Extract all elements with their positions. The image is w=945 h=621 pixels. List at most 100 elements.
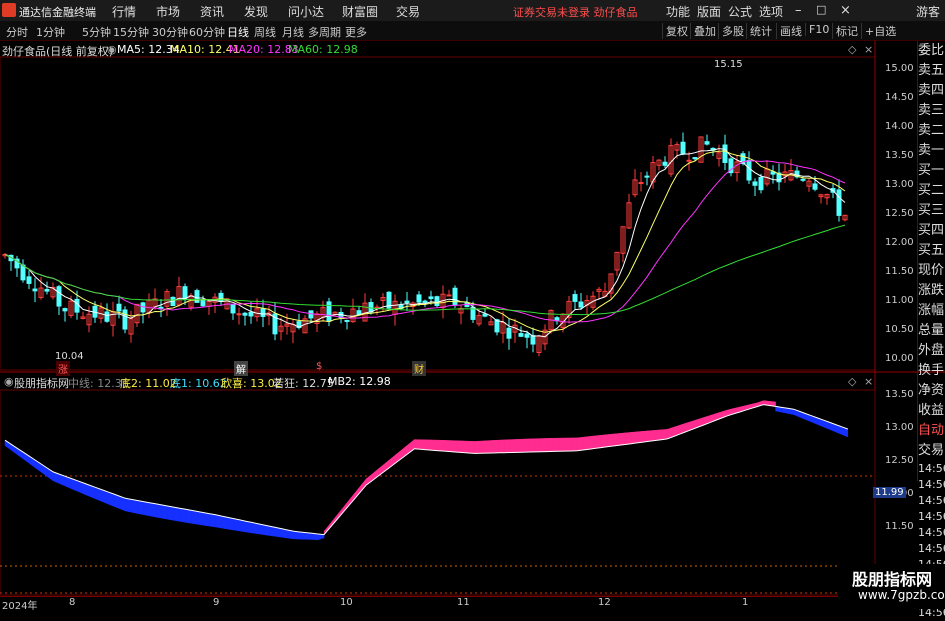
indicator-ribbon-segment: [137, 500, 144, 515]
candle-body: [452, 287, 458, 306]
indicator-mid-line: [4, 404, 848, 536]
kline-chart[interactable]: [0, 0, 945, 609]
indicator-axis-tick: 11.50: [885, 521, 914, 532]
candle-body: [746, 159, 752, 181]
indicator-ribbon-segment: [564, 437, 572, 452]
indicator-ribbon-segment: [576, 436, 584, 452]
indicator-ribbon-segment: [420, 439, 427, 451]
indicator-ribbon-segment: [426, 439, 433, 451]
candle-body: [800, 178, 806, 181]
panel-price: 现价: [918, 263, 945, 278]
indicator-collapse-icon[interactable]: ×: [864, 375, 873, 388]
candle-body: [572, 294, 578, 302]
high-price-label: 15.15: [714, 59, 743, 70]
indicator-ribbon-segment: [528, 438, 536, 453]
candle-body: [752, 181, 758, 186]
candle-body: [836, 189, 842, 216]
panel-volume: 总量: [918, 323, 945, 338]
indicator-ribbon-segment: [534, 438, 542, 453]
candle-body: [236, 313, 242, 316]
indicator-ribbon-segment: [215, 514, 222, 529]
panel-buy3: 买三: [918, 203, 945, 218]
panel-outer: 外盘: [918, 343, 945, 358]
candle-body: [122, 309, 128, 330]
indicator-ribbon-segment: [227, 517, 235, 531]
candle-body: [704, 141, 710, 145]
indicator-ribbon-segment: [444, 440, 451, 452]
indicator-ribbon-segment: [456, 440, 463, 453]
watermark: 股朋指标网 www.7gpzb.com: [838, 564, 945, 609]
indicator-ribbon-segment: [450, 440, 457, 453]
price-axis-tick: 13.00: [885, 179, 914, 190]
indicator-ribbon-segment: [299, 531, 307, 540]
candle-body: [230, 303, 236, 314]
settings-icon[interactable]: ◇: [848, 43, 856, 56]
candle-body: [104, 311, 110, 322]
candle-body: [812, 183, 818, 190]
indicator-ribbon-segment: [209, 513, 216, 528]
panel-buy4: 买四: [918, 223, 945, 238]
candle-body: [638, 182, 644, 185]
panel-buy2: 买二: [918, 183, 945, 198]
indicator-current-marker: 11.99: [873, 487, 906, 498]
indicator-ribbon-segment: [432, 439, 439, 451]
candle-body: [242, 312, 248, 316]
candle-body: [434, 296, 440, 307]
panel-net-assets: 净资: [918, 383, 945, 398]
indicator-ribbon-segment: [546, 437, 554, 452]
indicator-ribbon-segment: [414, 439, 421, 450]
candle-body: [662, 161, 668, 166]
candle-body: [428, 296, 434, 300]
indicator-ribbon-segment: [540, 438, 548, 452]
indicator-mb2: MB2: 12.98: [328, 375, 391, 388]
candle-body: [44, 288, 50, 292]
indicator-ribbon-segment: [480, 440, 487, 454]
collapse-icon[interactable]: ×: [864, 43, 873, 56]
price-axis-tick: 13.50: [885, 150, 914, 161]
candle-body: [644, 175, 650, 178]
candle-body: [404, 300, 410, 304]
indicator-ribbon-segment: [594, 434, 602, 449]
indicator-panel-border: [0, 389, 876, 596]
auto-button[interactable]: 自动: [918, 421, 945, 441]
date-oct: 10: [340, 597, 353, 608]
price-axis-tick: 11.50: [885, 266, 914, 277]
panel-buy5: 买五: [918, 243, 945, 258]
price-axis-tick: 14.00: [885, 121, 914, 132]
panel-weibi: 委比: [918, 43, 945, 58]
indicator-toggle-icon[interactable]: ◉: [4, 375, 14, 388]
indicator-settings-icon[interactable]: ◇: [848, 375, 856, 388]
candle-body: [260, 308, 266, 317]
indicator-ribbon-segment: [179, 507, 186, 523]
price-axis-tick: 12.50: [885, 208, 914, 219]
candle-body: [62, 308, 68, 312]
indicator-axis-tick: 13.00: [885, 422, 914, 433]
indicator-ribbon-segment: [516, 438, 523, 453]
watermark-title: 股朋指标网: [852, 570, 933, 589]
ma-toggle-icon[interactable]: ◉: [107, 43, 117, 56]
candle-body: [416, 294, 422, 303]
candle-body: [200, 299, 206, 307]
indicator-di1: 底1: 10.62: [170, 377, 227, 390]
candle-body: [32, 288, 38, 292]
indicator-ribbon-segment: [636, 431, 644, 444]
trade-button[interactable]: 交易: [918, 441, 945, 461]
candle-body: [326, 301, 332, 322]
candle-body: [518, 333, 524, 337]
candle-body: [692, 157, 698, 160]
candle-body: [578, 301, 584, 308]
candle-body: [722, 144, 728, 163]
indicator-axis-tick: 13.50: [885, 389, 914, 400]
ma20-line: [4, 160, 846, 323]
candle-body: [56, 286, 62, 307]
panel-change: 涨跌: [918, 283, 945, 298]
date-nov: 11: [457, 597, 470, 608]
ma60-label: MA60: 12.98: [288, 43, 358, 56]
indicator-ribbon-segment: [185, 509, 192, 524]
indicator-ribbon-segment: [570, 437, 578, 452]
indicator-ribbon-segment: [161, 504, 168, 520]
event-dollar[interactable]: $: [314, 361, 324, 372]
panel-buy1: 买一: [918, 163, 945, 178]
price-axis-tick: 10.50: [885, 324, 914, 335]
indicator-info-row: ◉ 股朋指标网 中线: 12.31 底2: 11.02 底1: 10.62 欣喜…: [0, 373, 873, 390]
